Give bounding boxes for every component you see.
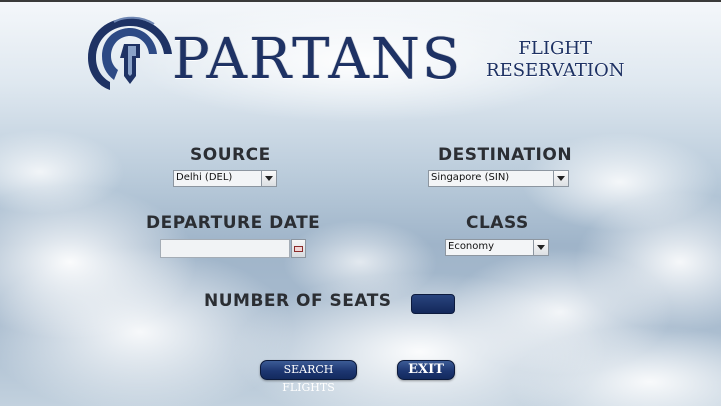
departure-date-input[interactable]: [160, 239, 290, 258]
source-select-value: Delhi (DEL): [176, 172, 233, 183]
source-label: SOURCE: [190, 145, 271, 165]
destination-label: DESTINATION: [438, 145, 573, 165]
departure-date-label: DEPARTURE DATE: [146, 213, 321, 233]
destination-dropdown-button[interactable]: [553, 171, 568, 186]
exit-button[interactable]: EXIT: [397, 360, 455, 380]
spartan-helmet-icon: [88, 16, 172, 90]
chevron-down-icon: [265, 176, 273, 181]
number-of-seats-label: NUMBER OF SEATS: [204, 291, 392, 311]
class-select[interactable]: Economy: [445, 239, 549, 256]
search-flights-button[interactable]: SEARCH FLIGHTS: [260, 360, 357, 394]
destination-select[interactable]: Singapore (SIN): [428, 170, 569, 187]
logo-subtitle-line2: RESERVATION: [486, 60, 625, 81]
logo-wordmark: PARTANS: [172, 27, 463, 92]
destination-select-value: Singapore (SIN): [431, 172, 510, 183]
chevron-down-icon: [557, 176, 565, 181]
flight-reservation-window: PARTANS FLIGHT RESERVATION SOURCE Delhi …: [0, 0, 721, 406]
chevron-down-icon: [537, 245, 545, 250]
source-dropdown-button[interactable]: [261, 171, 276, 186]
app-logo: PARTANS FLIGHT RESERVATION: [84, 14, 629, 96]
source-select[interactable]: Delhi (DEL): [173, 170, 277, 187]
calendar-icon: [294, 246, 303, 252]
calendar-button[interactable]: [291, 239, 306, 258]
logo-subtitle-line1: FLIGHT: [518, 38, 593, 59]
class-select-value: Economy: [448, 241, 495, 252]
class-label: CLASS: [466, 213, 529, 233]
logo-subtitle: FLIGHT RESERVATION: [486, 38, 625, 82]
class-dropdown-button[interactable]: [533, 240, 548, 255]
seats-input[interactable]: [411, 294, 455, 314]
